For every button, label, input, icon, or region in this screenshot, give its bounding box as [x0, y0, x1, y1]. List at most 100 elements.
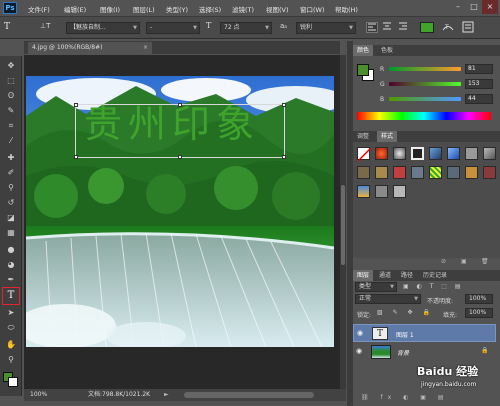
- style-swatch[interactable]: [393, 166, 406, 179]
- minimize-button[interactable]: –: [450, 0, 466, 14]
- opacity-field[interactable]: 100%: [465, 294, 493, 304]
- style-swatch[interactable]: [465, 166, 478, 179]
- new-style-icon[interactable]: ▣: [461, 258, 467, 265]
- marquee-tool-icon[interactable]: ⬚: [4, 75, 18, 87]
- document-info[interactable]: 文档:798.8K/1021.2K: [88, 389, 150, 401]
- g-slider[interactable]: [389, 82, 461, 86]
- style-none[interactable]: [357, 147, 372, 162]
- clone-stamp-icon[interactable]: ⚲: [4, 182, 18, 194]
- eye-icon[interactable]: ◉: [356, 347, 362, 355]
- transform-handle[interactable]: [282, 155, 286, 159]
- text-orientation-icon[interactable]: ⊥T: [40, 22, 60, 34]
- r-value[interactable]: 81: [465, 64, 493, 74]
- layer-row-active[interactable]: ◉ T 图层 1: [353, 324, 496, 342]
- healing-brush-icon[interactable]: ✚: [4, 152, 18, 164]
- style-swatch[interactable]: [411, 166, 424, 179]
- tab-color[interactable]: 颜色: [353, 45, 374, 56]
- horizontal-scrollbar[interactable]: [184, 392, 314, 398]
- style-swatch[interactable]: [375, 166, 388, 179]
- transform-handle[interactable]: [74, 103, 78, 107]
- brush-tool-icon[interactable]: ✐: [4, 167, 18, 179]
- warp-text-icon[interactable]: T: [442, 21, 456, 34]
- style-swatch[interactable]: [357, 185, 370, 198]
- tab-layers[interactable]: 图层: [353, 270, 374, 281]
- menu-help[interactable]: 帮助(H): [335, 4, 358, 14]
- font-family-select[interactable]: 【魅族自制... ▼: [66, 22, 140, 34]
- style-swatch[interactable]: [393, 185, 406, 198]
- quick-select-tool-icon[interactable]: ✎: [4, 105, 18, 117]
- scrollbar-thumb[interactable]: [341, 185, 345, 265]
- menu-image[interactable]: 图像(I): [100, 4, 120, 14]
- style-swatch[interactable]: [375, 185, 388, 198]
- menu-window[interactable]: 窗口(W): [300, 4, 325, 14]
- menu-view[interactable]: 视图(V): [266, 4, 289, 14]
- eraser-tool-icon[interactable]: ◪: [4, 212, 18, 224]
- font-style-select[interactable]: - ▼: [146, 22, 200, 34]
- style-swatch[interactable]: [393, 147, 406, 160]
- pen-tool-icon[interactable]: ✒: [4, 274, 18, 286]
- blur-tool-icon[interactable]: ●: [4, 244, 18, 256]
- layer-filter-kind[interactable]: 类型 ▼: [355, 282, 397, 292]
- b-value[interactable]: 44: [465, 94, 493, 104]
- tab-paths[interactable]: 路径: [397, 270, 417, 281]
- style-swatch[interactable]: [357, 166, 370, 179]
- vertical-scrollbar[interactable]: [340, 55, 346, 389]
- clear-style-icon[interactable]: ⊘: [441, 258, 446, 265]
- layer-footer-icons[interactable]: ⛓ fx ◐ ▣ ▤: [361, 394, 448, 401]
- antialias-select[interactable]: 锐利 ▼: [296, 22, 356, 34]
- tab-styles[interactable]: 样式: [377, 131, 398, 142]
- blend-mode-select[interactable]: 正常 ▼: [355, 294, 421, 304]
- fill-field[interactable]: 100%: [465, 308, 493, 318]
- close-tab-icon[interactable]: ×: [143, 42, 148, 54]
- font-size-select[interactable]: 72 点 ▼: [220, 22, 272, 34]
- tab-history[interactable]: 历史记录: [419, 270, 451, 281]
- history-brush-icon[interactable]: ↺: [4, 197, 18, 209]
- close-window-button[interactable]: ×: [482, 0, 498, 14]
- lock-icons[interactable]: ▨ ✎ ✥ 🔒: [377, 309, 434, 316]
- eye-icon[interactable]: ◉: [357, 329, 363, 337]
- delete-style-icon[interactable]: 🗑: [481, 258, 489, 265]
- lasso-tool-icon[interactable]: ʘ: [4, 90, 18, 102]
- menu-edit[interactable]: 编辑(E): [64, 4, 86, 14]
- foreground-color-chip[interactable]: [357, 64, 369, 76]
- crop-tool-icon[interactable]: ⌗: [4, 120, 18, 132]
- tab-adjustments[interactable]: 调整: [353, 131, 373, 142]
- type-tool-preset-icon[interactable]: T: [4, 21, 30, 34]
- restore-button[interactable]: □: [466, 0, 482, 14]
- layer-name[interactable]: 背景: [397, 348, 409, 357]
- style-swatch[interactable]: [447, 147, 460, 160]
- style-swatch[interactable]: [465, 147, 478, 160]
- layer-filter-icons[interactable]: ▣ ◐ T ⬚ ▤: [403, 283, 464, 290]
- style-swatch[interactable]: [447, 166, 460, 179]
- text-color-swatch[interactable]: [420, 22, 434, 33]
- style-swatch[interactable]: [411, 147, 424, 160]
- style-swatch[interactable]: [483, 147, 496, 160]
- style-swatch[interactable]: [429, 166, 442, 179]
- menu-file[interactable]: 文件(F): [28, 4, 50, 14]
- align-center-button[interactable]: [382, 22, 394, 33]
- hand-tool-icon[interactable]: ✋: [4, 339, 18, 351]
- align-right-button[interactable]: [398, 22, 410, 33]
- color-spectrum-bar[interactable]: [357, 112, 491, 120]
- background-color-swatch[interactable]: [8, 377, 18, 387]
- style-swatch[interactable]: [375, 147, 388, 160]
- menu-type[interactable]: 类型(Y): [166, 4, 188, 14]
- gradient-tool-icon[interactable]: ▦: [4, 227, 18, 239]
- dodge-tool-icon[interactable]: ◕: [4, 259, 18, 271]
- align-left-button[interactable]: [366, 22, 378, 33]
- zoom-level[interactable]: 100%: [30, 389, 47, 401]
- eyedropper-tool-icon[interactable]: ⁄: [4, 135, 18, 147]
- style-swatch[interactable]: [429, 147, 442, 160]
- zoom-tool-icon[interactable]: ⚲: [4, 354, 18, 366]
- menu-filter[interactable]: 滤镜(T): [232, 4, 254, 14]
- document-tab[interactable]: 4.jpg @ 100%(RGB/8#) ×: [28, 42, 152, 54]
- r-slider[interactable]: [389, 67, 461, 71]
- text-layer-content[interactable]: 贵州印象: [84, 100, 284, 150]
- tab-channels[interactable]: 通道: [375, 270, 395, 281]
- tab-swatches[interactable]: 色板: [377, 45, 397, 56]
- transform-handle[interactable]: [74, 155, 78, 159]
- move-tool-icon[interactable]: ✥: [4, 60, 18, 72]
- menu-layer[interactable]: 图层(L): [133, 4, 155, 14]
- layer-row[interactable]: ◉ 背景 🔒: [353, 343, 496, 361]
- ellipse-tool-icon[interactable]: ⬭: [4, 322, 18, 334]
